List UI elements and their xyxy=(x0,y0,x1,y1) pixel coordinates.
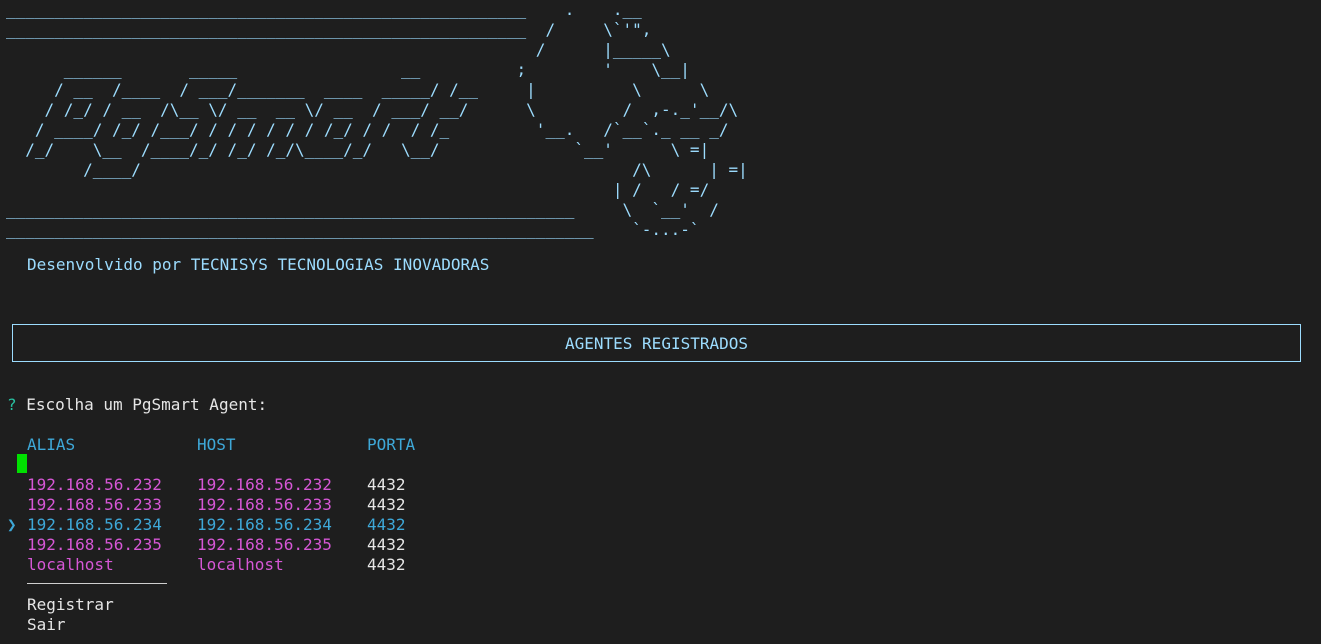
agent-host: 192.168.56.233 xyxy=(197,495,332,514)
column-header-host: HOST xyxy=(197,435,236,454)
agent-port: 4432 xyxy=(367,475,406,494)
agent-row[interactable]: 192.168.56.235 192.168.56.235 4432 xyxy=(0,535,406,555)
agent-port: 4432 xyxy=(367,495,406,514)
agent-host: 192.168.56.232 xyxy=(197,475,332,494)
agent-port: 4432 xyxy=(367,535,406,554)
column-header-alias: ALIAS xyxy=(27,435,76,454)
agent-alias: 192.168.56.234 xyxy=(27,515,162,534)
question-mark-icon: ? xyxy=(7,395,17,414)
agent-row[interactable]: 192.168.56.233 192.168.56.233 4432 xyxy=(0,495,406,515)
agent-alias: 192.168.56.232 xyxy=(27,475,162,494)
pgsmart-ascii-banner: ________________________________________… xyxy=(6,0,748,239)
menu-separator xyxy=(27,583,167,584)
agent-port: 4432 xyxy=(367,515,406,534)
selection-pointer-icon: ❯ xyxy=(7,515,17,534)
developer-credit: Desenvolvido por TECNISYS TECNOLOGIAS IN… xyxy=(27,255,490,274)
agent-row[interactable]: localhost localhost 4432 xyxy=(0,555,406,575)
register-option[interactable]: Registrar xyxy=(27,595,114,614)
agent-row-selected[interactable]: ❯ 192.168.56.234 192.168.56.234 4432 xyxy=(0,515,406,535)
agent-port: 4432 xyxy=(367,555,406,574)
agent-alias: localhost xyxy=(27,555,114,574)
terminal-cursor xyxy=(17,454,27,473)
agent-host: localhost xyxy=(197,555,284,574)
registered-agents-header: AGENTES REGISTRADOS xyxy=(12,324,1301,362)
agent-prompt: ? Escolha um PgSmart Agent: xyxy=(7,395,267,414)
agent-host: 192.168.56.234 xyxy=(197,515,332,534)
prompt-question: Escolha um PgSmart Agent: xyxy=(26,395,268,414)
exit-option[interactable]: Sair xyxy=(27,615,66,634)
agent-alias: 192.168.56.233 xyxy=(27,495,162,514)
agent-alias: 192.168.56.235 xyxy=(27,535,162,554)
agent-host: 192.168.56.235 xyxy=(197,535,332,554)
agent-row[interactable]: 192.168.56.232 192.168.56.232 4432 xyxy=(0,475,406,495)
registered-agents-title: AGENTES REGISTRADOS xyxy=(564,333,749,353)
column-header-porta: PORTA xyxy=(367,435,416,454)
